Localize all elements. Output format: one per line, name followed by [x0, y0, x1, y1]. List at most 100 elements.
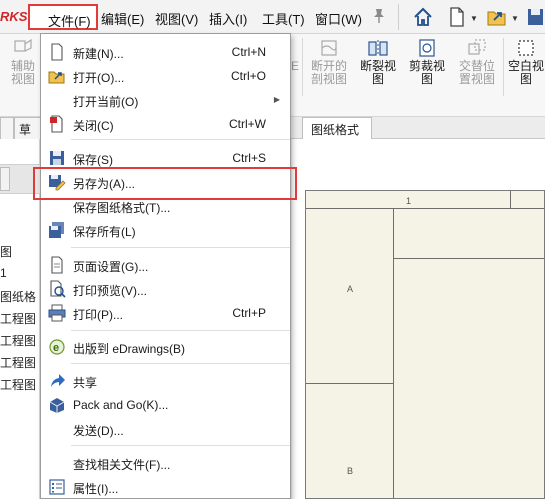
break-view-button[interactable]: 断裂视图 — [356, 38, 400, 86]
break-view-icon — [368, 40, 388, 56]
pack-and-go-icon — [49, 398, 65, 413]
menu-item-print[interactable]: 打印(P)... Ctrl+P — [41, 301, 290, 325]
ribbon-separator — [503, 38, 504, 96]
menu-item-save-all[interactable]: 保存所有(L) — [41, 218, 290, 242]
broken-section-icon — [321, 40, 337, 56]
break-view-label: 断裂视图 — [359, 59, 396, 86]
zone-label: A — [347, 284, 354, 294]
tab-sheet-format[interactable]: 图纸格式 — [302, 117, 372, 139]
alternate-position-label: 交替位置视图 — [458, 59, 495, 86]
edrawings-icon: e — [49, 339, 65, 355]
menu-item-label: Pack and Go(K)... — [73, 398, 169, 412]
blank-view-icon — [518, 40, 534, 56]
home-icon[interactable] — [412, 6, 434, 28]
menu-item-label: 打印(P)... — [73, 308, 123, 322]
tree-item[interactable]: 工程图 — [0, 376, 36, 393]
menu-item-shortcut: Ctrl+P — [232, 306, 266, 320]
menu-item-label: 属性(I)... — [73, 482, 119, 496]
sheet-border-line — [510, 191, 511, 208]
menu-item-publish-edrawings[interactable]: e 出版到 eDrawings(B) — [41, 335, 290, 359]
menu-item-send[interactable]: 发送(D)... — [41, 417, 290, 441]
printer-icon — [48, 304, 66, 322]
menu-bar: RKS 文件(F) 编辑(E) 视图(V) 插入(I) 工具(T) 窗口(W) … — [0, 0, 545, 34]
broken-section-label: 断开的剖视图 — [310, 59, 347, 86]
save-as-highlight-box — [33, 167, 297, 200]
chevron-down-icon[interactable]: ▼ — [470, 14, 478, 23]
menu-item-shortcut: Ctrl+O — [230, 69, 266, 83]
panel-tab[interactable] — [0, 167, 10, 191]
tree-item[interactable]: 工程图 — [0, 332, 36, 349]
menu-item-shortcut: Ctrl+S — [232, 151, 266, 165]
crop-view-icon — [419, 39, 435, 57]
menu-item-label: 关闭(C) — [73, 119, 114, 133]
menu-item-label: 打印预览(V)... — [73, 284, 147, 298]
sheet-border-line — [306, 208, 544, 209]
menu-item-find-references[interactable]: 查找相关文件(F)... — [41, 451, 290, 475]
menu-item-label: 共享 — [73, 376, 98, 390]
menu-item-shortcut: Ctrl+W — [229, 117, 266, 131]
auxiliary-view-button[interactable]: 辅助视图 — [6, 38, 40, 86]
menu-item-label: 出版到 eDrawings(B) — [73, 342, 186, 356]
crop-view-label: 剪裁视图 — [408, 59, 445, 86]
broken-out-section-button[interactable]: 断开的剖视图 — [306, 38, 352, 86]
menu-separator — [71, 139, 290, 140]
menu-separator — [71, 445, 290, 446]
menu-item-share[interactable]: 共享 — [41, 369, 290, 393]
drawing-sheet[interactable]: 1 A B — [305, 190, 545, 499]
menu-item-label: 打开当前(O) — [73, 95, 139, 109]
menu-item-properties[interactable]: 属性(I)... — [41, 475, 290, 499]
print-preview-icon — [50, 280, 66, 298]
tree-item[interactable]: 1 — [0, 266, 7, 280]
share-icon — [51, 374, 65, 387]
menu-item-label: 打开(O)... — [73, 71, 125, 85]
crop-view-button[interactable]: 剪裁视图 — [404, 38, 450, 86]
menu-window[interactable]: 窗口(W) — [315, 9, 362, 28]
menu-file[interactable]: 文件(F) — [28, 4, 98, 30]
menu-separator — [71, 330, 290, 331]
pin-icon[interactable] — [372, 8, 386, 24]
alternate-position-view-button[interactable]: 交替位置视图 — [454, 38, 500, 86]
submenu-arrow-icon: ▶ — [273, 95, 280, 104]
menu-item-open[interactable]: 打开(O)... Ctrl+O — [41, 64, 290, 88]
zone-label: 1 — [406, 196, 412, 206]
menu-item-label: 发送(D)... — [73, 424, 124, 438]
chevron-down-icon[interactable]: ▼ — [511, 14, 519, 23]
tree-item[interactable]: 图纸格 — [0, 288, 36, 305]
menu-item-print-preview[interactable]: 打印预览(V)... — [41, 277, 290, 301]
app-brand-text: RKS — [0, 9, 28, 24]
tree-item[interactable]: 工程图 — [0, 310, 36, 327]
alternate-position-icon — [468, 39, 486, 55]
sheet-border-line — [393, 258, 544, 259]
menu-tools[interactable]: 工具(T) — [262, 9, 305, 28]
menu-edit[interactable]: 编辑(E) — [101, 9, 144, 28]
new-document-icon — [51, 43, 63, 61]
sheet-border-line — [306, 383, 393, 384]
tree-item[interactable]: 工程图 — [0, 354, 36, 371]
save-icon[interactable] — [526, 6, 545, 28]
menu-item-label: 保存所有(L) — [73, 225, 136, 239]
menu-item-new[interactable]: 新建(N)... Ctrl+N — [41, 40, 290, 64]
menu-item-label: 保存(S) — [73, 153, 113, 167]
new-document-icon[interactable] — [446, 6, 468, 28]
menu-item-label: 页面设置(G)... — [73, 260, 149, 274]
blank-view-button[interactable]: 空白视图 — [507, 38, 545, 86]
file-menu-dropdown: 新建(N)... Ctrl+N 打开(O)... Ctrl+O 打开当前(O) … — [40, 33, 291, 499]
menu-item-label: 新建(N)... — [73, 47, 124, 61]
save-all-icon — [49, 222, 64, 238]
page-setup-icon — [51, 256, 63, 274]
zone-label: B — [347, 466, 354, 476]
sheet-border-line — [393, 208, 394, 499]
menu-item-page-setup[interactable]: 页面设置(G)... — [41, 253, 290, 277]
menu-item-close[interactable]: 关闭(C) Ctrl+W — [41, 112, 290, 136]
menu-insert[interactable]: 插入(I) — [209, 9, 247, 28]
menu-view[interactable]: 视图(V) — [155, 9, 198, 28]
menu-item-pack-and-go[interactable]: Pack and Go(K)... — [41, 393, 290, 417]
close-document-icon — [50, 115, 63, 133]
menu-item-label: 查找相关文件(F)... — [73, 458, 171, 472]
tab-partial[interactable] — [0, 117, 14, 139]
menu-separator — [71, 247, 290, 248]
tree-item[interactable]: 图 — [0, 243, 12, 260]
svg-text:e: e — [53, 342, 59, 354]
open-folder-icon[interactable] — [486, 6, 508, 28]
menu-item-open-recent[interactable]: 打开当前(O) ▶ — [41, 88, 290, 112]
